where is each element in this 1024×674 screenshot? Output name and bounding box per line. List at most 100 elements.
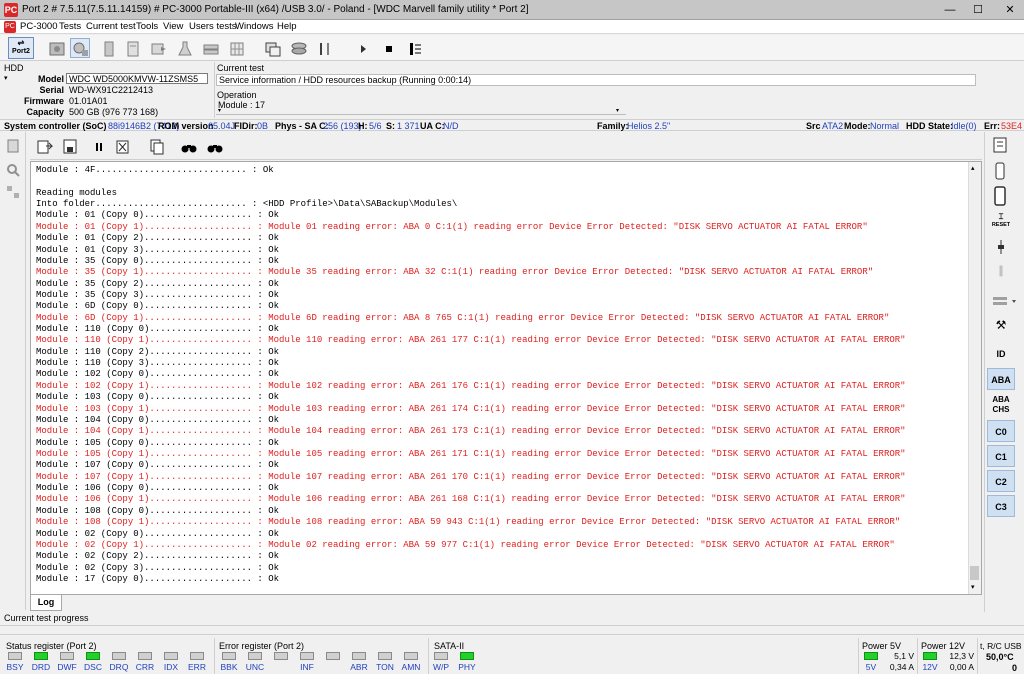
register-led-label: ERR — [188, 662, 206, 672]
device-icon[interactable] — [990, 186, 1010, 206]
log-find-icon[interactable] — [180, 138, 198, 156]
log-line: Module : 108 (Copy 1)...................… — [36, 517, 901, 528]
log-line: Module : 02 (Copy 1)....................… — [36, 539, 895, 550]
pause-icon[interactable]: ∥ — [992, 264, 1010, 282]
power12-title: Power 12V — [921, 641, 966, 651]
log-line: Module : 6D (Copy 0)....................… — [36, 301, 280, 312]
mode-label: Mode: — [844, 121, 871, 131]
register-led-label: DRQ — [109, 662, 129, 672]
log-clear-icon[interactable] — [114, 138, 132, 156]
register-led — [352, 652, 366, 660]
hdd-state-label: HDD State: — [906, 121, 954, 131]
settings-icon[interactable] — [5, 184, 21, 200]
copy-windows-icon[interactable] — [262, 38, 282, 58]
hdd-state-value: Idle(0) — [951, 121, 977, 131]
tools-icon[interactable] — [70, 38, 90, 58]
drive-stack-icon[interactable] — [200, 38, 220, 58]
menu-windows[interactable]: Windows — [235, 21, 274, 32]
heads-icon[interactable] — [314, 38, 334, 58]
divider — [977, 638, 978, 674]
menu-users-tests[interactable]: Users tests — [189, 21, 237, 32]
phys-label: Phys - SA C: — [275, 121, 329, 131]
register-led-label: DSC — [84, 662, 102, 672]
c0-button[interactable]: C0 — [987, 420, 1015, 442]
menu-current-test[interactable]: Current test — [86, 21, 136, 32]
operation-left-arrow-icon[interactable]: ▾ — [218, 107, 221, 114]
log-line: Module : 110 (Copy 1)...................… — [36, 335, 906, 346]
log-save-icon[interactable] — [62, 138, 80, 156]
menu-app-icon[interactable]: PC — [4, 21, 16, 33]
aba-button[interactable]: ABA — [987, 368, 1015, 390]
port2-button[interactable]: ⇌ Port2 — [8, 37, 34, 59]
id-button[interactable]: ID — [987, 343, 1015, 365]
plug-icon[interactable] — [992, 238, 1010, 256]
tab-log[interactable]: Log — [30, 595, 62, 611]
log-copy-icon[interactable] — [36, 138, 54, 156]
operation-right-arrow-icon[interactable]: ▾ — [616, 107, 619, 114]
heads-value: 5/6 — [369, 121, 382, 131]
memory-icon[interactable] — [98, 38, 118, 58]
reset-button[interactable]: ⌶ RESET — [990, 212, 1012, 232]
log-line: Module : 01 (Copy 3)....................… — [36, 244, 280, 255]
log-pause-icon[interactable] — [90, 138, 108, 156]
settings-dropdown-icon[interactable] — [990, 292, 1018, 310]
soc-info-bar: System controller (SoC) 88i9146B2 (7412)… — [0, 119, 1024, 131]
close-button[interactable]: ✕ — [990, 0, 1024, 20]
hdd-id-icon[interactable] — [46, 38, 66, 58]
menu-help[interactable]: Help — [277, 21, 297, 32]
search-icon[interactable] — [5, 162, 21, 178]
title-bar: PC Port 2 # 7.5.11(7.5.11.14159) # PC-30… — [0, 0, 1024, 20]
power5-voltage: 5,1 V — [894, 651, 914, 661]
disk-stack-icon[interactable] — [288, 38, 308, 58]
operation-value: Module : 17 — [218, 100, 266, 110]
flask-icon[interactable] — [174, 38, 194, 58]
register-led — [164, 652, 178, 660]
log-find-next-icon[interactable] — [206, 138, 224, 156]
log-list-icon[interactable] — [404, 38, 424, 58]
main-toolbar: ⇌ Port2 — [0, 35, 1024, 61]
log-line: Module : 01 (Copy 0)....................… — [36, 210, 280, 221]
log-line: Module : 02 (Copy 3)....................… — [36, 562, 280, 573]
export-icon[interactable] — [148, 38, 168, 58]
aba-chs-button[interactable]: ABA CHS — [987, 394, 1015, 416]
log-scrollbar[interactable] — [968, 162, 981, 594]
book-icon[interactable] — [5, 138, 21, 154]
tools-wrench-icon[interactable]: ⚒ — [992, 318, 1010, 336]
stop-icon[interactable] — [378, 38, 398, 58]
menu-bar: PC PC-3000 Tests Current test Tools View… — [0, 20, 1024, 34]
c2-button[interactable]: C2 — [987, 470, 1015, 492]
log-line: Module : 103 (Copy 0)...................… — [36, 392, 280, 403]
register-led-label: DWF — [57, 662, 77, 672]
c3-button[interactable]: C3 — [987, 495, 1015, 517]
log-scroll-thumb[interactable] — [970, 566, 979, 580]
menu-pc3000[interactable]: PC-3000 — [20, 21, 58, 32]
scroll-down-icon[interactable]: ▾ — [971, 583, 975, 591]
menu-tools[interactable]: Tools — [136, 21, 158, 32]
src-label: Src — [806, 121, 821, 131]
current-test-label: Current test — [217, 63, 265, 73]
log-line: Module : 6D (Copy 1)....................… — [36, 312, 890, 323]
log-line: Reading modules — [36, 187, 118, 198]
log-line: Module : 102 (Copy 0)...................… — [36, 369, 280, 380]
grid-icon[interactable] — [226, 38, 246, 58]
menu-tests[interactable]: Tests — [59, 21, 81, 32]
firmware-value: 01.01A01 — [69, 96, 108, 106]
rom-label: ROM version — [158, 121, 214, 131]
port-icon: ⇌ — [17, 38, 25, 47]
info-book-icon[interactable] — [990, 136, 1010, 154]
c1-button[interactable]: C1 — [987, 445, 1015, 467]
err-value: 53E4 — [1001, 121, 1023, 131]
log-line: Module : 35 (Copy 2)....................… — [36, 278, 280, 289]
menu-view[interactable]: View — [163, 21, 183, 32]
log-line: Module : 02 (Copy 0)....................… — [36, 528, 280, 539]
power-off-icon[interactable] — [990, 162, 1010, 180]
log-pages-icon[interactable] — [148, 138, 166, 156]
document-icon[interactable] — [122, 38, 142, 58]
scroll-up-icon[interactable]: ▴ — [971, 164, 975, 172]
register-led — [112, 652, 126, 660]
model-label: Model — [38, 74, 64, 84]
register-led — [274, 652, 288, 660]
log-text-area[interactable]: Module : 4F............................ … — [30, 161, 982, 595]
play-icon[interactable] — [352, 38, 372, 58]
power12-voltage: 12,3 V — [949, 651, 974, 661]
